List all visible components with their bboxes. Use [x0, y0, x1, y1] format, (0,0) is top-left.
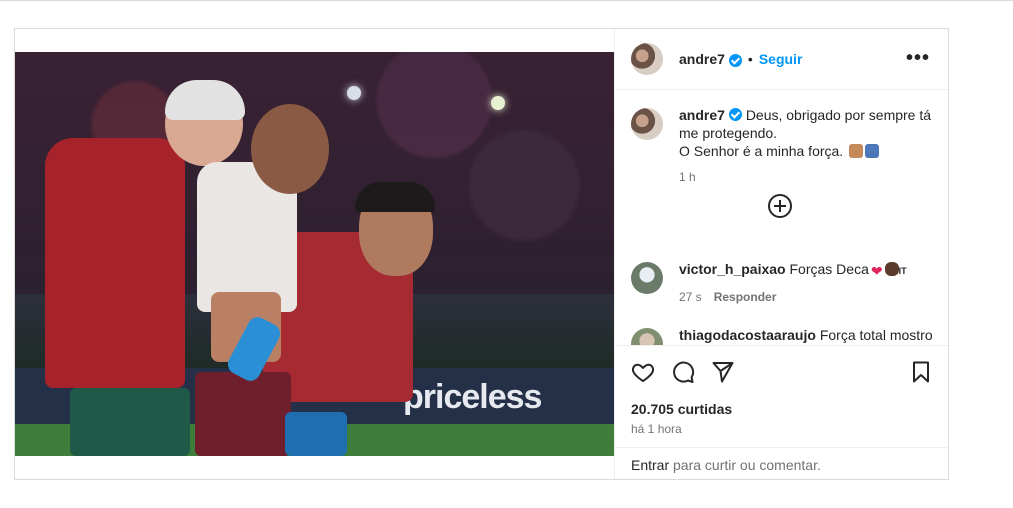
likes-count[interactable]: 20.705 curtidas: [631, 401, 732, 417]
login-prompt-text: para curtir ou comentar.: [673, 457, 821, 473]
commenter-avatar[interactable]: [631, 262, 663, 294]
author-avatar[interactable]: [631, 108, 663, 140]
comment-username[interactable]: victor_h_paixao: [679, 261, 786, 277]
comment-suffix: IT: [898, 266, 907, 276]
post-timestamp[interactable]: há 1 hora: [631, 422, 682, 436]
photo-stadium-light: [491, 96, 505, 110]
comment-body: Forças Deca: [789, 261, 869, 277]
send-icon[interactable]: [711, 360, 735, 389]
plus-circle-icon[interactable]: [768, 194, 792, 218]
comment-text: victor_h_paixao Forças Deca ❤ IT 27 s Respo…: [679, 260, 907, 306]
post-card: priceless andre7 • Seguir ••• andre7 Deu…: [14, 28, 949, 480]
photo-ad-text: priceless: [403, 378, 542, 416]
verified-badge-icon: [728, 108, 742, 121]
photo-stadium-light: [347, 86, 361, 100]
author-avatar[interactable]: [631, 43, 663, 75]
post-header: andre7 • Seguir •••: [615, 29, 948, 90]
photo-staff-right-hair: [355, 182, 435, 212]
photo-player-shorts: [195, 372, 291, 456]
post-photo[interactable]: priceless: [15, 52, 614, 456]
comment-username[interactable]: thiagodacostaaraujo: [679, 327, 816, 343]
caption: andre7 Deus, obrigado por sempre tá me p…: [631, 106, 932, 186]
commenter-avatar[interactable]: [631, 328, 663, 345]
praying-hands-emoji-icon: [865, 144, 880, 158]
photo-staff-left: [45, 138, 185, 388]
bookmark-icon[interactable]: [909, 360, 933, 389]
red-heart-emoji-icon: ❤: [870, 263, 883, 279]
photo-player-head: [251, 104, 329, 194]
caption-username[interactable]: andre7: [679, 107, 725, 123]
heart-icon[interactable]: [631, 360, 655, 389]
praying-hands-emoji-icon: [849, 144, 864, 158]
action-bar: [615, 345, 948, 395]
caption-time: 1 h: [679, 170, 696, 184]
photo-staff-left-legs: [70, 388, 190, 456]
post-media: priceless: [15, 29, 614, 479]
author-username[interactable]: andre7: [679, 51, 725, 67]
comment-row: thiagodacostaaraujo Força total mostro: [631, 326, 933, 345]
flexed-biceps-emoji-icon: [884, 262, 899, 276]
more-options-icon[interactable]: •••: [906, 48, 930, 68]
comment-icon[interactable]: [671, 360, 695, 389]
verified-badge-icon: [728, 53, 742, 67]
comment-meta: 27 s Responder: [679, 288, 907, 306]
post-sidebar: andre7 • Seguir ••• andre7 Deus, obrigad…: [614, 29, 949, 480]
comment-time: 27 s: [679, 290, 702, 304]
reply-button[interactable]: Responder: [714, 290, 777, 304]
follow-button[interactable]: Seguir: [759, 51, 803, 67]
caption-text: andre7 Deus, obrigado por sempre tá me p…: [679, 106, 932, 186]
login-link[interactable]: Entrar: [631, 457, 669, 473]
header-separator: •: [747, 51, 753, 67]
comments-section[interactable]: andre7 Deus, obrigado por sempre tá me p…: [615, 90, 948, 345]
comment-body: Força total mostro: [819, 327, 933, 343]
comment-row: victor_h_paixao Forças Deca ❤ IT 27 s Respo…: [631, 260, 907, 306]
photo-bottle-crate: [285, 412, 347, 456]
caption-line-2: O Senhor é a minha força.: [679, 143, 844, 159]
comment-text: thiagodacostaaraujo Força total mostro: [679, 326, 933, 345]
login-prompt: Entrar para curtir ou comentar.: [615, 447, 949, 480]
top-divider: [0, 0, 1013, 1]
